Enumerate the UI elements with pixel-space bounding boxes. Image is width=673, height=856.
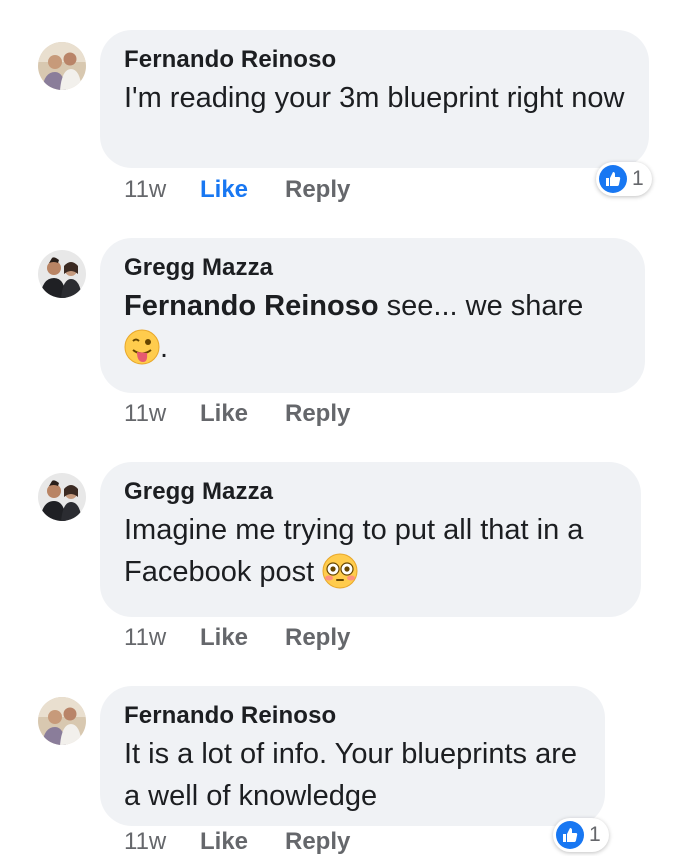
comment-author[interactable]: Gregg Mazza	[124, 253, 623, 283]
avatar[interactable]	[38, 250, 86, 298]
comment-text-suffix: .	[160, 332, 169, 364]
reply-button[interactable]: Reply	[285, 624, 350, 652]
comment-author[interactable]: Fernando Reinoso	[124, 701, 583, 731]
like-button[interactable]: Like	[200, 176, 248, 204]
profile-photo-icon	[38, 697, 86, 745]
winking-face-with-tongue-emoji	[124, 329, 160, 365]
comment-timestamp[interactable]: 11w	[124, 828, 166, 856]
comment-timestamp[interactable]: 11w	[124, 400, 166, 428]
comment-bubble: Fernando Reinoso I'm reading your 3m blu…	[100, 30, 649, 168]
like-button[interactable]: Like	[200, 828, 248, 856]
like-button[interactable]: Like	[200, 624, 248, 652]
like-button[interactable]: Like	[200, 400, 248, 428]
reaction-badge[interactable]: 1	[553, 818, 609, 852]
comment-timestamp[interactable]: 11w	[124, 176, 166, 204]
reply-button[interactable]: Reply	[285, 176, 350, 204]
profile-photo-icon	[38, 473, 86, 521]
thumbs-up-icon	[599, 165, 627, 193]
reaction-count: 1	[589, 823, 601, 846]
mention-link[interactable]: Fernando Reinoso	[124, 290, 379, 322]
profile-photo-icon	[38, 42, 86, 90]
comment-author[interactable]: Gregg Mazza	[124, 477, 619, 507]
comment-timestamp[interactable]: 11w	[124, 624, 166, 652]
comment-text-body: see... we share	[378, 290, 584, 322]
profile-photo-icon	[38, 250, 86, 298]
comment-text: Imagine me trying to put all that in a F…	[124, 509, 619, 593]
comment-text: Fernando Reinoso see... we share .	[124, 285, 623, 369]
avatar[interactable]	[38, 697, 86, 745]
reaction-count: 1	[632, 167, 644, 190]
thumbs-up-icon	[556, 821, 584, 849]
reaction-badge[interactable]: 1	[596, 162, 652, 196]
flushed-face-emoji	[322, 553, 358, 589]
reply-button[interactable]: Reply	[285, 828, 350, 856]
avatar[interactable]	[38, 473, 86, 521]
avatar[interactable]	[38, 42, 86, 90]
comment-text: I'm reading your 3m blueprint right now	[124, 82, 625, 114]
comment-text: It is a lot of info. Your blueprints are…	[124, 738, 577, 812]
comment-bubble: Fernando Reinoso It is a lot of info. Yo…	[100, 686, 605, 826]
reply-button[interactable]: Reply	[285, 400, 350, 428]
comment-author[interactable]: Fernando Reinoso	[124, 45, 627, 75]
comment-bubble: Gregg Mazza Fernando Reinoso see... we s…	[100, 238, 645, 393]
comment-bubble: Gregg Mazza Imagine me trying to put all…	[100, 462, 641, 617]
